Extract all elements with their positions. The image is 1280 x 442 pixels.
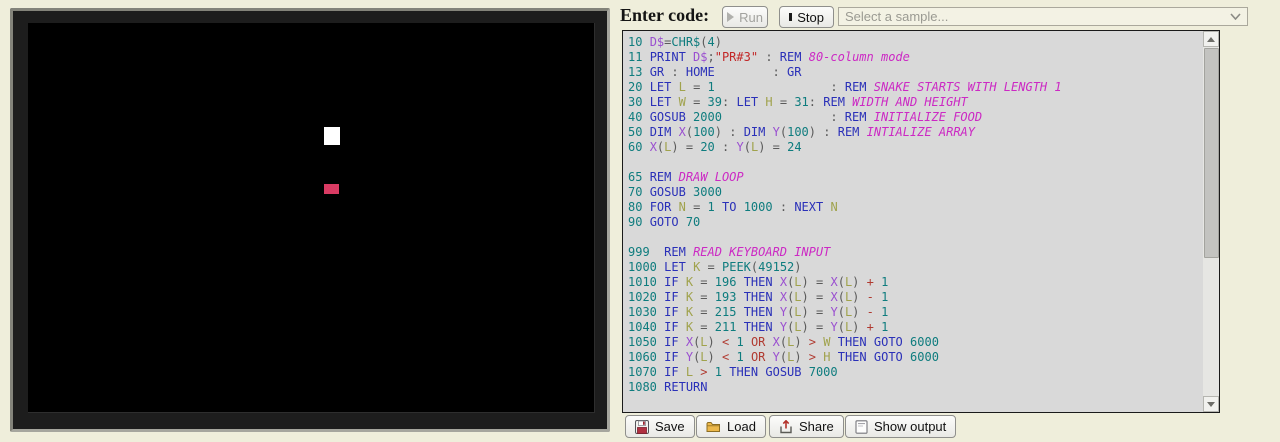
save-button[interactable]: Save — [625, 415, 695, 438]
output-document-icon — [855, 420, 868, 434]
code-line: 13 GR : HOME : GR — [628, 65, 1203, 80]
code-line: 10 D$=CHR$(4) — [628, 35, 1203, 50]
code-line: 1030 IF K = 215 THEN Y(L) = Y(L) - 1 — [628, 305, 1203, 320]
code-editor[interactable]: 10 D$=CHR$(4)11 PRINT D$;"PR#3" : REM 80… — [622, 30, 1220, 413]
load-button[interactable]: Load — [696, 415, 766, 438]
apple2-graphics-screen — [28, 23, 595, 413]
snake-pixel — [324, 127, 340, 145]
play-icon — [727, 12, 734, 22]
share-button[interactable]: Share — [769, 415, 844, 438]
code-line: 50 DIM X(100) : DIM Y(100) : REM INTIALI… — [628, 125, 1203, 140]
code-text: 10 D$=CHR$(4)11 PRINT D$;"PR#3" : REM 80… — [623, 31, 1203, 412]
code-line: 1040 IF K = 211 THEN Y(L) = Y(L) + 1 — [628, 320, 1203, 335]
scrollbar-thumb[interactable] — [1204, 48, 1219, 258]
code-line: 60 X(L) = 20 : Y(L) = 24 — [628, 140, 1203, 155]
chevron-down-icon — [1230, 13, 1241, 20]
stop-button[interactable]: Stop — [779, 6, 834, 28]
scroll-up-button[interactable] — [1203, 31, 1219, 47]
editor-scrollbar[interactable] — [1203, 31, 1219, 412]
code-line: 11 PRINT D$;"PR#3" : REM 80-column mode — [628, 50, 1203, 65]
code-line: 1080 RETURN — [628, 380, 1203, 395]
folder-icon — [706, 420, 721, 433]
code-line: 1999 REM INITIALIZE FOOD — [628, 410, 1203, 412]
code-line — [628, 395, 1203, 410]
code-line: 90 GOTO 70 — [628, 215, 1203, 230]
run-button[interactable]: Run — [722, 6, 768, 28]
code-line: 80 FOR N = 1 TO 1000 : NEXT N — [628, 200, 1203, 215]
run-button-label: Run — [739, 10, 763, 25]
sample-select-placeholder: Select a sample... — [845, 9, 948, 24]
show-output-button[interactable]: Show output — [845, 415, 956, 438]
apple2-monitor-bezel — [10, 8, 610, 432]
code-line: 20 LET L = 1 : REM SNAKE STARTS WITH LEN… — [628, 80, 1203, 95]
code-line: 30 LET W = 39: LET H = 31: REM WIDTH AND… — [628, 95, 1203, 110]
share-button-label: Share — [799, 419, 834, 434]
code-line: 1020 IF K = 193 THEN X(L) = X(L) - 1 — [628, 290, 1203, 305]
code-line: 1000 LET K = PEEK(49152) — [628, 260, 1203, 275]
code-line: 1050 IF X(L) < 1 OR X(L) > W THEN GOTO 6… — [628, 335, 1203, 350]
stop-icon — [789, 13, 792, 21]
code-line: 999 REM READ KEYBOARD INPUT — [628, 245, 1203, 260]
sample-select[interactable]: Select a sample... — [838, 7, 1248, 26]
scroll-up-icon — [1207, 37, 1215, 42]
code-line: 1070 IF L > 1 THEN GOSUB 7000 — [628, 365, 1203, 380]
code-line: 70 GOSUB 3000 — [628, 185, 1203, 200]
save-button-label: Save — [655, 419, 685, 434]
code-line: 1060 IF Y(L) < 1 OR Y(L) > H THEN GOTO 6… — [628, 350, 1203, 365]
share-icon — [779, 420, 793, 434]
scroll-down-icon — [1207, 402, 1215, 407]
food-pixel — [324, 184, 339, 194]
scroll-down-button[interactable] — [1203, 396, 1219, 412]
code-line: 65 REM DRAW LOOP — [628, 170, 1203, 185]
enter-code-label: Enter code: — [620, 5, 709, 26]
code-line — [628, 155, 1203, 170]
load-button-label: Load — [727, 419, 756, 434]
code-line: 40 GOSUB 2000 : REM INITIALIZE FOOD — [628, 110, 1203, 125]
applesoft-basic-app: Enter code: Run Stop Select a sample... … — [0, 0, 1280, 442]
code-line — [628, 230, 1203, 245]
show-output-button-label: Show output — [874, 419, 946, 434]
floppy-disk-icon — [635, 420, 649, 434]
stop-button-label: Stop — [797, 10, 824, 25]
code-line: 1010 IF K = 196 THEN X(L) = X(L) + 1 — [628, 275, 1203, 290]
